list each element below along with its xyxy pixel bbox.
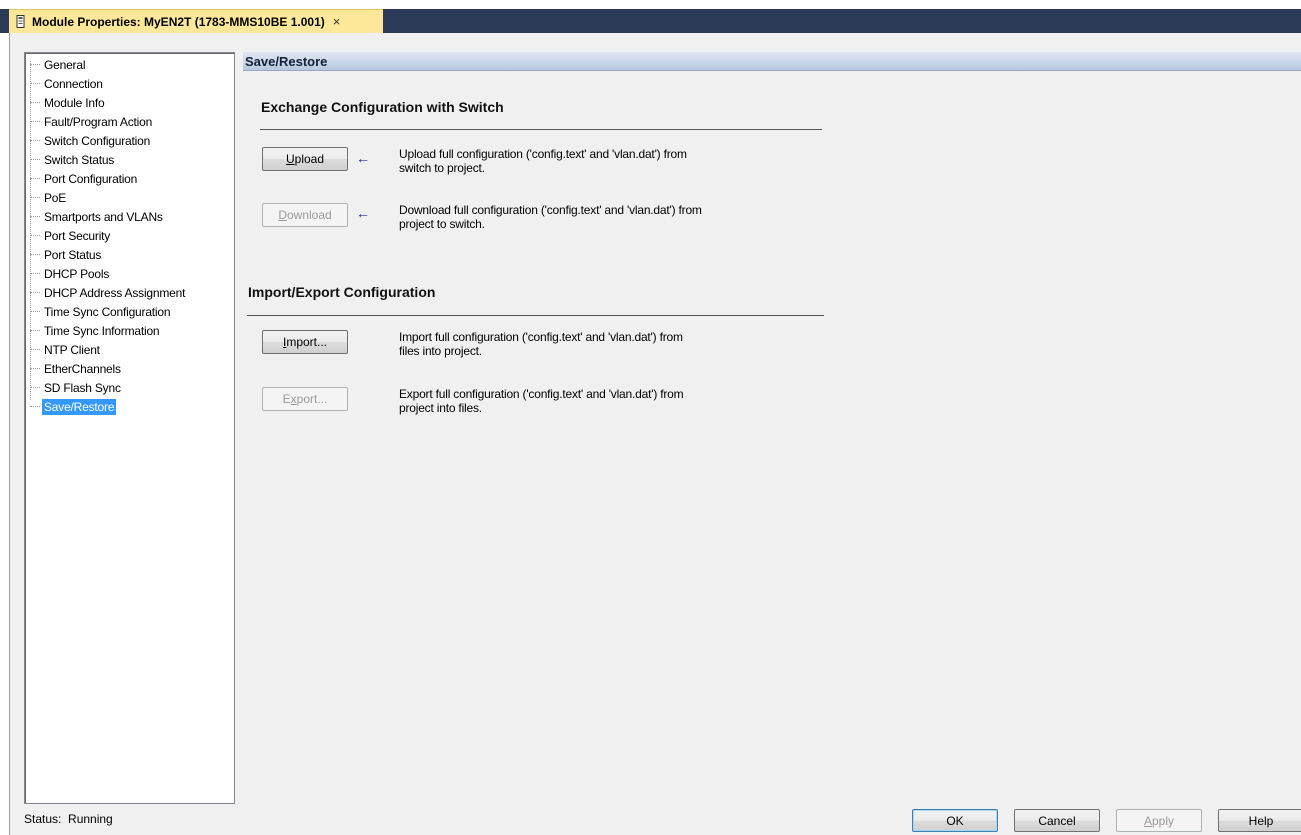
upload-description: Upload full configuration ('config.text'… <box>399 147 759 175</box>
tree-item-etherchannels[interactable]: EtherChannels <box>29 359 123 378</box>
tree-item-port-security[interactable]: Port Security <box>29 226 112 245</box>
tree-item-module-info[interactable]: Module Info <box>29 93 107 112</box>
tree-item-sd-flash-sync[interactable]: SD Flash Sync <box>29 378 123 397</box>
page-title: Save/Restore <box>245 54 328 69</box>
tree-item-switch-status[interactable]: Switch Status <box>29 150 116 169</box>
tree-item-time-sync-information[interactable]: Time Sync Information <box>29 321 161 340</box>
tab-title: Module Properties: MyEN2T (1783-MMS10BE … <box>32 14 325 29</box>
cancel-button[interactable]: Cancel <box>1014 809 1100 832</box>
page-header: Save/Restore <box>243 52 1301 71</box>
export-desc-line1: Export full configuration ('config.text'… <box>399 387 684 401</box>
importexport-section-title: Import/Export Configuration <box>248 284 436 300</box>
module-icon <box>16 15 26 28</box>
tree-item-time-sync-configuration[interactable]: Time Sync Configuration <box>29 302 172 321</box>
exchange-section-title: Exchange Configuration with Switch <box>261 99 504 115</box>
tree-item-smartports-and-vlans[interactable]: Smartports and VLANs <box>29 207 165 226</box>
upload-desc-line2: switch to project. <box>399 161 485 175</box>
tree-item-poe[interactable]: PoE <box>29 188 68 207</box>
export-desc-line2: project into files. <box>399 401 482 415</box>
importexport-section-divider <box>247 315 824 316</box>
download-desc-line2: project to switch. <box>399 217 485 231</box>
ok-button[interactable]: OK <box>912 809 998 832</box>
module-properties-dialog: General Connection Module Info Fault/Pro… <box>9 33 1301 835</box>
close-icon[interactable]: × <box>333 15 341 28</box>
upload-desc-line1: Upload full configuration ('config.text'… <box>399 147 687 161</box>
download-description: Download full configuration ('config.tex… <box>399 203 759 231</box>
tree-item-dhcp-pools[interactable]: DHCP Pools <box>29 264 111 283</box>
export-button[interactable]: Ex port... <box>262 387 348 411</box>
tree-item-fault-program-action[interactable]: Fault/Program Action <box>29 112 154 131</box>
import-desc-line1: Import full configuration ('config.text'… <box>399 330 683 344</box>
tree-item-save-restore[interactable]: Save/Restore <box>29 397 117 416</box>
document-tab[interactable]: Module Properties: MyEN2T (1783-MMS10BE … <box>9 9 383 33</box>
upload-arrow-icon: ← <box>356 150 370 166</box>
import-description: Import full configuration ('config.text'… <box>399 330 759 358</box>
tree-item-ntp-client[interactable]: NTP Client <box>29 340 102 359</box>
import-button[interactable]: Import... <box>262 330 348 354</box>
upload-button[interactable]: Upload <box>262 147 348 171</box>
download-arrow-icon: ← <box>356 205 370 221</box>
status-text: Status: Running <box>24 812 113 826</box>
category-tree[interactable]: General Connection Module Info Fault/Pro… <box>24 52 235 804</box>
apply-button[interactable]: Apply <box>1116 809 1202 832</box>
document-tab-bar: Module Properties: MyEN2T (1783-MMS10BE … <box>0 9 1301 33</box>
exchange-section-divider <box>260 129 822 130</box>
help-button[interactable]: Help <box>1218 809 1301 832</box>
tree-item-port-configuration[interactable]: Port Configuration <box>29 169 139 188</box>
export-description: Export full configuration ('config.text'… <box>399 387 759 415</box>
tree-item-port-status[interactable]: Port Status <box>29 245 103 264</box>
tree-item-switch-configuration[interactable]: Switch Configuration <box>29 131 152 150</box>
download-button[interactable]: Download <box>262 203 348 227</box>
tree-item-connection[interactable]: Connection <box>29 74 105 93</box>
download-desc-line1: Download full configuration ('config.tex… <box>399 203 702 217</box>
import-desc-line2: files into project. <box>399 344 482 358</box>
tree-item-dhcp-address-assignment[interactable]: DHCP Address Assignment <box>29 283 187 302</box>
tree-item-general[interactable]: General <box>29 55 87 74</box>
